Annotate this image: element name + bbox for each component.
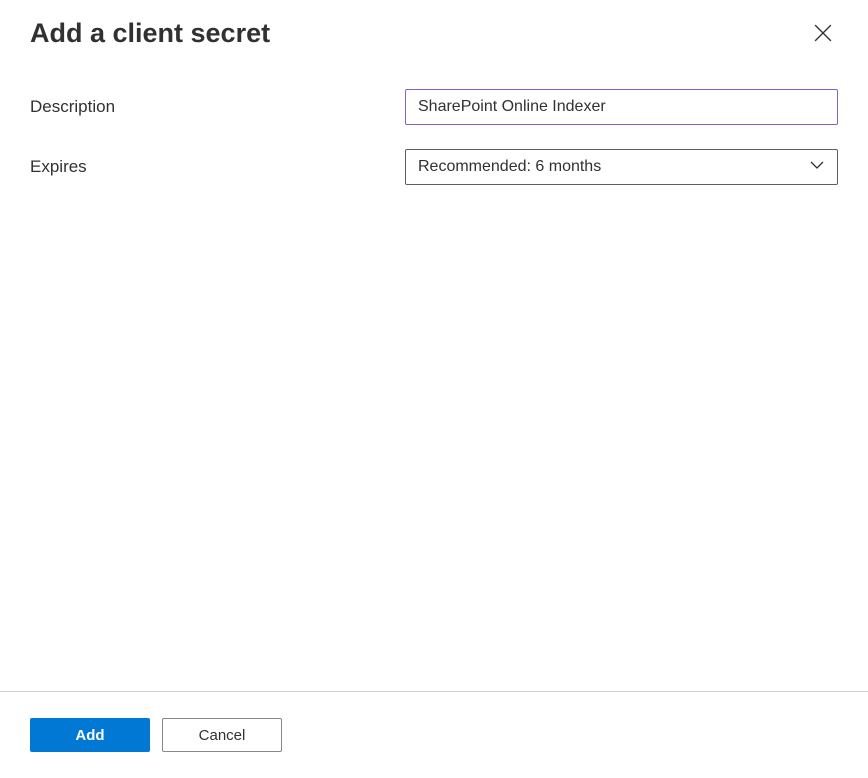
expires-dropdown-value: Recommended: 6 months <box>418 158 601 176</box>
dialog-footer: Add Cancel <box>0 691 868 778</box>
dialog-header: Add a client secret <box>0 0 868 51</box>
close-button[interactable] <box>808 18 838 51</box>
cancel-button[interactable]: Cancel <box>162 718 282 752</box>
description-label: Description <box>30 97 405 117</box>
chevron-down-icon <box>809 157 825 178</box>
expires-row: Expires Recommended: 6 months <box>30 149 838 185</box>
add-button[interactable]: Add <box>30 718 150 752</box>
form-area: Description Expires Recommended: 6 month… <box>0 51 868 185</box>
expires-dropdown[interactable]: Recommended: 6 months <box>405 149 838 185</box>
expires-label: Expires <box>30 157 405 177</box>
page-title: Add a client secret <box>30 18 270 49</box>
description-row: Description <box>30 89 838 125</box>
description-input[interactable] <box>405 89 838 125</box>
close-icon <box>814 24 832 45</box>
expires-dropdown-wrap: Recommended: 6 months <box>405 149 838 185</box>
description-input-wrap <box>405 89 838 125</box>
